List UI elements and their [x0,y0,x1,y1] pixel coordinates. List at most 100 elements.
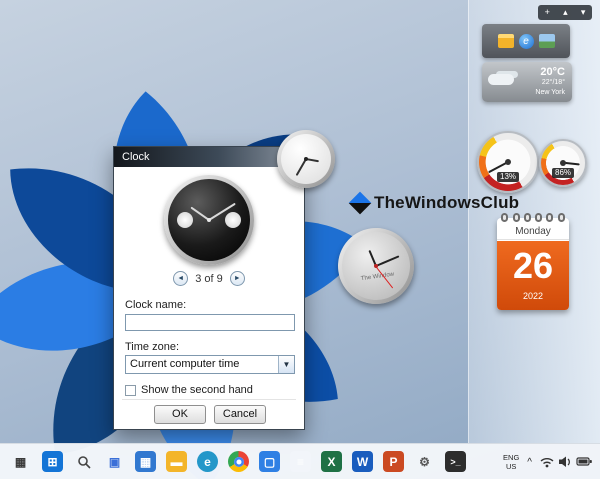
edge-icon: e [197,451,218,472]
clock-center-pin [304,157,308,161]
add-gadget-icon[interactable]: + [545,8,550,17]
taskbar-icon-edge[interactable]: e [195,449,220,474]
excel-icon: X [321,451,342,472]
taskbar-icon-notepad[interactable]: ≡ [288,449,313,474]
weather-gadget[interactable]: 20°C 22°/18° New York [482,62,572,102]
clock-gadget-small[interactable] [277,130,335,188]
cpu-gauge-pivot [505,159,511,165]
chevron-down-icon[interactable]: ▼ [278,356,294,373]
slideshow-gadget[interactable]: e [482,24,570,58]
language-indicator[interactable]: ENG US [503,453,519,471]
weather-city: New York [535,89,565,96]
style-position-text: 3 of 9 [195,273,223,285]
ram-gauge-pivot [560,160,566,166]
taskbar-icon-launcher[interactable]: ▦ [8,449,33,474]
style-pager: ◄ 3 of 9 ► [114,271,304,286]
gadget-control-bar: + ▴ ▾ [538,5,592,20]
preview-clock-face [168,179,250,261]
terminal-icon: >_ [445,451,466,472]
ram-meter-gadget[interactable]: 86% [539,139,587,187]
preview-subdial-left [177,212,193,228]
taskbar-icon-file-explorer[interactable]: ▬ [164,449,189,474]
photo-icon [539,34,555,48]
clock-style-preview [164,175,254,265]
taskbar-icon-widgets[interactable]: ▦ [133,449,158,474]
chrome-icon [228,451,249,472]
taskbar-icon-store[interactable]: ▢ [257,449,282,474]
time-zone-label: Time zone: [125,341,179,353]
calendar-weekday: Monday [497,222,569,240]
widgets-icon: ▦ [135,451,156,472]
internet-explorer-icon: e [519,34,534,49]
calendar-body: 26 2022 [497,241,569,310]
wifi-icon [541,459,553,468]
task-view-icon: ▣ [104,451,125,472]
cancel-button[interactable]: Cancel [214,405,266,424]
taskbar-icon-terminal[interactable]: >_ [443,449,468,474]
taskbar-center-icons: ⊞ ▣ ▦ ▬ e ▢ [40,449,468,474]
calendar-gadget[interactable]: Monday 26 2022 [497,218,569,310]
taskbar-icon-word[interactable]: W [350,449,375,474]
cloud-icon [488,74,514,85]
ram-usage-value: 86% [552,168,574,178]
file-explorer-icon: ▬ [166,451,187,472]
thewindowsclub-logo-text: TheWindowsClub [374,193,519,213]
calendar-spiral [497,213,569,222]
taskbar: ▦ ⊞ ▣ ▦ ▬ e [0,443,600,479]
gadget-up-icon[interactable]: ▴ [563,8,568,17]
previous-style-button[interactable]: ◄ [173,271,188,286]
taskbar-icon-settings[interactable]: ⚙ [412,449,437,474]
clock-name-label: Clock name: [125,299,186,311]
language-line1: ENG [503,453,519,462]
taskbar-icon-excel[interactable]: X [319,449,344,474]
battery-icon [577,458,592,465]
dialog-separator [122,399,296,400]
cpu-meter-gadget[interactable]: 13% [477,131,539,193]
clock-name-input[interactable] [125,314,295,331]
system-tray: ENG US ^ [503,448,592,476]
gear-icon: ⚙ [414,451,435,472]
preview-center-pin [207,218,211,222]
clock-settings-dialog: Clock ◄ 3 of 9 ► Clock name: Time zone: … [113,146,305,430]
folder-icon [498,34,514,48]
thewindowsclub-logo-icon [349,192,372,215]
store-icon: ▢ [259,451,280,472]
powerpoint-icon: P [383,451,404,472]
dialog-title-bar[interactable]: Clock [114,147,304,167]
preview-subdial-right [225,212,241,228]
taskbar-icon-start[interactable]: ⊞ [40,449,65,474]
ok-button[interactable]: OK [154,405,206,424]
tray-status-icons[interactable] [540,455,592,469]
thewindowsclub-logo: TheWindowsClub [352,193,519,213]
gadget-down-icon[interactable]: ▾ [581,8,586,17]
calendar-day: 26 [497,241,569,291]
taskbar-icon-powerpoint[interactable]: P [381,449,406,474]
language-line2: US [503,462,519,471]
timezone-selected-value: Current computer time [130,358,239,370]
weather-range: 22°/18° [542,79,565,86]
volume-icon [559,457,569,468]
next-style-button[interactable]: ► [230,271,245,286]
tray-overflow-chevron-icon[interactable]: ^ [527,457,532,468]
timezone-select[interactable]: Current computer time ▼ [125,355,295,374]
weather-temperature: 20°C [540,66,565,78]
clock-face: The Window [338,228,415,305]
taskbar-icon-search[interactable] [71,449,96,474]
calendar-year: 2022 [497,291,569,301]
cpu-usage-value: 13% [497,172,519,182]
word-icon: W [352,451,373,472]
notepad-icon: ≡ [290,451,311,472]
second-hand-option[interactable]: Show the second hand [125,384,253,396]
second-hand-checkbox[interactable] [125,385,136,396]
launcher-icon: ▦ [10,451,31,472]
second-hand-checkbox-label: Show the second hand [141,384,253,396]
search-icon [73,451,94,472]
desktop: + ▴ ▾ e 20°C 22°/18° New York 13% 86% Mo… [0,0,600,479]
taskbar-icon-task-view[interactable]: ▣ [102,449,127,474]
clock-face [281,134,331,184]
clock-brand-text: The Window [343,269,411,284]
minute-hand [376,255,400,267]
taskbar-icon-chrome[interactable] [226,449,251,474]
start-icon: ⊞ [42,451,63,472]
minute-hand [296,159,307,176]
